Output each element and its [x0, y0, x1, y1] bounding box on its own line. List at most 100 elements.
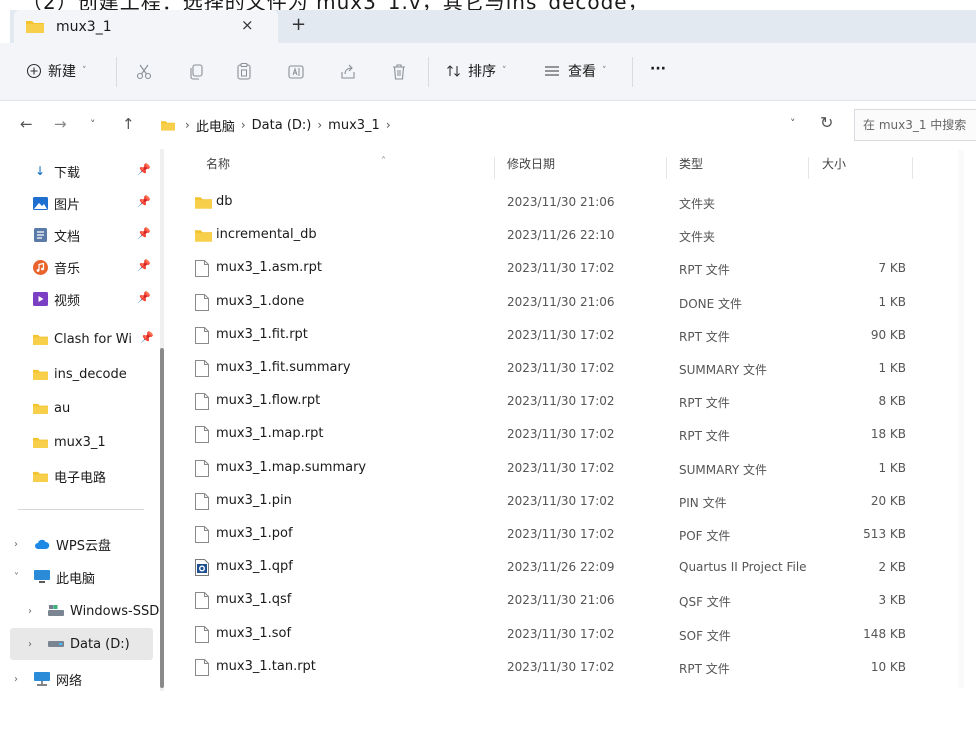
folder-icon [32, 401, 48, 415]
file-row[interactable]: mux3_1.pof 2023/11/30 17:02 POF 文件 513 KB [180, 518, 910, 551]
cloud-icon [34, 537, 50, 551]
file-modified-date: 2023/11/30 17:02 [507, 659, 615, 674]
address-history-chevron-icon[interactable]: ˅ [790, 117, 796, 130]
file-modified-date: 2023/11/30 17:02 [507, 626, 615, 641]
copy-icon[interactable] [188, 63, 206, 81]
column-divider[interactable] [666, 157, 667, 179]
file-type: RPT 文件 [679, 429, 730, 444]
file-modified-date: 2023/11/30 21:06 [507, 195, 615, 209]
delete-icon[interactable] [390, 63, 408, 81]
share-icon[interactable] [339, 63, 357, 81]
file-row[interactable]: mux3_1.fit.summary 2023/11/30 17:02 SUMMAR… [180, 352, 910, 385]
close-tab-icon[interactable]: × [241, 16, 254, 34]
sidebar-item-clash[interactable]: Clash for Wi 📌 [10, 323, 154, 355]
chevron-down-icon: ˅ [502, 66, 507, 76]
chevron-down-icon: ˅ [82, 66, 87, 76]
rename-icon[interactable] [287, 63, 305, 81]
file-size: 90 KB [870, 327, 906, 342]
pin-icon[interactable]: 📌 [137, 259, 151, 272]
column-divider[interactable] [912, 157, 913, 179]
sidebar-scrollbar-thumb[interactable] [160, 348, 164, 688]
file-row[interactable]: mux3_1.done 2023/11/30 21:06 DONE 文件 1 KB [180, 286, 910, 319]
file-list-scrollbar[interactable] [958, 150, 964, 688]
pin-icon[interactable]: 📌 [140, 331, 154, 344]
pictures-icon [32, 196, 48, 210]
sidebar-item-circuits[interactable]: 电子电路 [10, 460, 153, 492]
file-row[interactable]: mux3_1.qpf 2023/11/26 22:09 Quartus II Pro… [180, 551, 910, 584]
divider [116, 57, 117, 87]
sidebar-item-network[interactable]: › 网络 [14, 663, 157, 692]
collapse-chevron-icon[interactable]: ˅ [14, 572, 28, 583]
column-divider[interactable] [808, 157, 809, 179]
new-button[interactable]: 新建 ˅ [26, 61, 87, 81]
column-header-type[interactable]: 类型 [679, 155, 809, 181]
sidebar-item-windows-ssd[interactable]: › Windows-SSD [28, 595, 163, 627]
file-row[interactable]: incremental_db 2023/11/26 22:10 文件夹 [180, 219, 910, 252]
pin-icon[interactable]: 📌 [137, 163, 151, 176]
sidebar-item-mux3-1[interactable]: mux3_1 [10, 426, 153, 458]
tab-bar: mux3_1 × + [10, 10, 976, 43]
file-modified-date: 2023/11/30 21:06 [507, 294, 615, 309]
file-row[interactable]: db 2023/11/30 21:06 文件夹 [180, 186, 910, 219]
expand-chevron-icon[interactable]: › [28, 606, 42, 617]
pin-icon[interactable]: 📌 [137, 291, 151, 304]
up-arrow-icon[interactable]: ↑ [122, 115, 135, 133]
sidebar-item-this-pc[interactable]: ˅ 此电脑 [14, 561, 157, 593]
file-row[interactable]: mux3_1.map.summary 2023/11/30 17:02 SUMMAR… [180, 452, 910, 485]
file-type: QSF 文件 [679, 595, 731, 610]
drive-icon [48, 637, 64, 651]
file-type: SUMMARY 文件 [679, 363, 768, 377]
file-row[interactable]: mux3_1.sof 2023/11/30 17:02 SOF 文件 148 KB [180, 618, 910, 651]
sidebar-item-music[interactable]: 音乐 📌 [10, 251, 153, 283]
sidebar-item-label: mux3_1 [54, 434, 106, 450]
address-bar[interactable]: › 此电脑 › Data (D:) › mux3_1 › [155, 109, 845, 141]
sidebar-item-downloads[interactable]: ↓ 下载 📌 [10, 155, 153, 187]
sidebar-item-wps-cloud[interactable]: › WPS云盘 [14, 528, 157, 560]
sidebar-item-documents[interactable]: 文档 📌 [10, 219, 153, 251]
expand-chevron-icon[interactable]: › [14, 539, 28, 550]
search-input[interactable]: 在 mux3_1 中搜索 [854, 109, 976, 141]
pin-icon[interactable]: 📌 [137, 195, 151, 208]
file-row[interactable]: mux3_1.map.rpt 2023/11/30 17:02 RPT 文件 18 K… [180, 418, 910, 451]
column-header-date[interactable]: 修改日期 [507, 155, 667, 181]
sidebar-item-videos[interactable]: 视频 📌 [10, 283, 153, 315]
file-row[interactable]: mux3_1.fit.rpt 2023/11/30 17:02 RPT 文件 90 K… [180, 319, 910, 352]
sidebar-item-label: 图片 [54, 197, 81, 213]
file-modified-date: 2023/11/30 21:06 [507, 593, 615, 608]
paste-icon[interactable] [235, 62, 253, 81]
expand-chevron-icon[interactable]: › [14, 674, 28, 685]
sidebar-divider [18, 509, 144, 510]
back-arrow-icon[interactable]: ← [20, 115, 33, 133]
column-header-size[interactable]: 大小 [822, 155, 912, 181]
file-row[interactable]: mux3_1.asm.rpt 2023/11/30 17:02 RPT 文件 7 KB [180, 252, 910, 285]
file-size: 1 KB [878, 361, 906, 375]
file-row[interactable]: mux3_1.pin 2023/11/30 17:02 PIN 文件 20 KB [180, 485, 910, 518]
column-divider[interactable] [494, 157, 495, 179]
breadcrumb-this-pc[interactable]: 此电脑 [196, 116, 235, 135]
view-button[interactable]: 查看 ˅ [544, 61, 607, 81]
new-tab-button[interactable]: + [291, 14, 306, 35]
column-header-name[interactable]: 名称 ˄ [206, 155, 496, 181]
sidebar-item-data-d[interactable]: › Data (D:) [10, 628, 153, 660]
file-row[interactable]: mux3_1.tan.rpt 2023/11/30 17:02 RPT 文件 10 K… [180, 651, 910, 684]
file-row[interactable]: mux3_1.qsf 2023/11/30 21:06 QSF 文件 3 KB [180, 584, 910, 617]
sort-button[interactable]: 排序 ˅ [446, 61, 507, 81]
more-options-button[interactable]: ··· [650, 61, 666, 77]
sidebar-item-au[interactable]: au [10, 392, 153, 424]
sidebar-item-pictures[interactable]: 图片 📌 [10, 187, 153, 219]
forward-arrow-icon[interactable]: → [54, 115, 67, 133]
pin-icon[interactable]: 📌 [137, 227, 151, 240]
tab-mux3-1[interactable]: mux3_1 × [14, 10, 278, 43]
file-type: Quartus II Project File [679, 560, 807, 575]
recent-locations-icon[interactable]: ˅ [90, 118, 96, 131]
cut-icon[interactable] [135, 63, 153, 81]
breadcrumb-mux3-1[interactable]: mux3_1 [328, 118, 380, 133]
file-size: 20 KB [870, 493, 906, 508]
refresh-icon[interactable]: ↻ [820, 113, 833, 132]
expand-chevron-icon[interactable]: › [28, 639, 42, 650]
file-row[interactable]: mux3_1.flow.rpt 2023/11/30 17:02 RPT 文件 8 K… [180, 385, 910, 418]
command-bar: 新建 ˅ 排序 ˅ 查看 ˅ ··· [0, 43, 976, 101]
breadcrumb-data-d[interactable]: Data (D:) [252, 118, 312, 133]
file-icon [195, 459, 209, 477]
sidebar-item-ins-decode[interactable]: ins_decode [10, 358, 153, 390]
